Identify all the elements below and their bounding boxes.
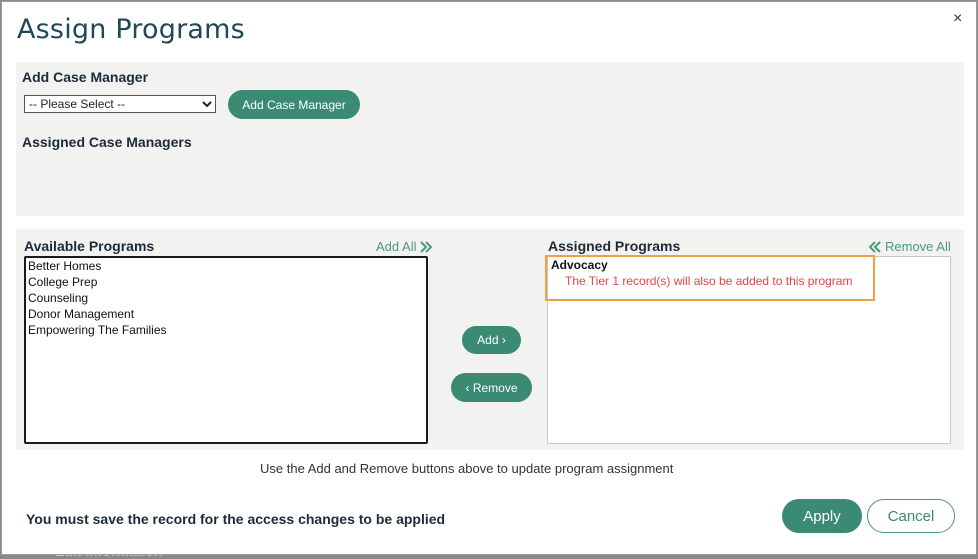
add-case-manager-button[interactable]: Add Case Manager xyxy=(228,90,360,119)
remove-all-label: Remove All xyxy=(885,239,951,254)
assignment-hint: Use the Add and Remove buttons above to … xyxy=(260,461,674,476)
save-note: You must save the record for the access … xyxy=(26,511,446,527)
add-case-manager-label: Add Case Manager xyxy=(22,69,149,85)
close-icon[interactable]: × xyxy=(953,11,962,27)
list-item[interactable]: College Prep xyxy=(26,274,426,290)
cancel-button[interactable]: Cancel xyxy=(867,499,955,533)
available-programs-list[interactable]: Better Homes College Prep Counseling Don… xyxy=(24,256,428,444)
add-program-button[interactable]: Add › xyxy=(462,326,521,354)
list-item[interactable]: Advocacy xyxy=(551,258,608,272)
list-item[interactable]: Better Homes xyxy=(26,258,426,274)
double-chevron-right-icon xyxy=(420,240,433,253)
add-all-label: Add All xyxy=(376,239,417,254)
list-item[interactable]: Counseling xyxy=(26,290,426,306)
available-programs-label: Available Programs xyxy=(24,238,155,254)
apply-button[interactable]: Apply xyxy=(782,499,862,533)
case-manager-select[interactable]: -- Please Select -- xyxy=(24,95,216,113)
list-item[interactable]: Empowering The Families xyxy=(26,322,426,338)
dialog-title: Assign Programs xyxy=(17,14,245,45)
assigned-programs-label: Assigned Programs xyxy=(548,238,681,254)
remove-all-link[interactable]: Remove All xyxy=(868,239,951,254)
add-all-link[interactable]: Add All xyxy=(376,239,433,254)
double-chevron-left-icon xyxy=(868,240,881,253)
tier-note: The Tier 1 record(s) will also be added … xyxy=(565,274,853,288)
remove-program-button[interactable]: ‹ Remove xyxy=(451,373,532,402)
assigned-case-managers-label: Assigned Case Managers xyxy=(22,134,192,150)
assign-programs-dialog: Assign Programs × Add Case Manager -- Pl… xyxy=(1,1,977,555)
list-item[interactable]: Donor Management xyxy=(26,306,426,322)
